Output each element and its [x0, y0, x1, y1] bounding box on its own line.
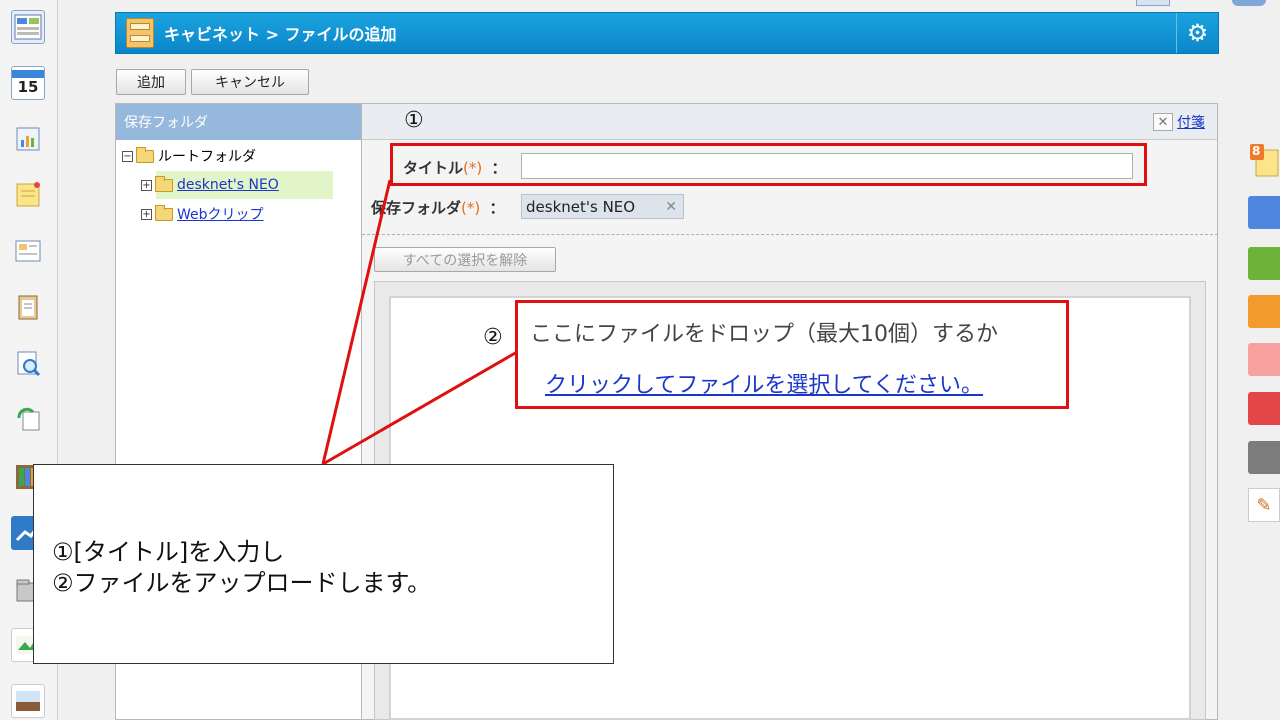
top-menu-icon[interactable] [1136, 0, 1170, 6]
user-avatar[interactable] [1232, 0, 1266, 6]
callout-line-1: ①[タイトル]を入力し [52, 538, 285, 566]
cabinet-add-file-screen: 15 キャビネット > ファイルの追加 ⚙ 追加 キャンセル 保存フォルダ − … [0, 0, 1280, 720]
callout-line-2: ②ファイルをアップロードします。 [52, 569, 432, 597]
instruction-callout: ①[タイトル]を入力し ②ファイルをアップロードします。 [33, 464, 614, 664]
